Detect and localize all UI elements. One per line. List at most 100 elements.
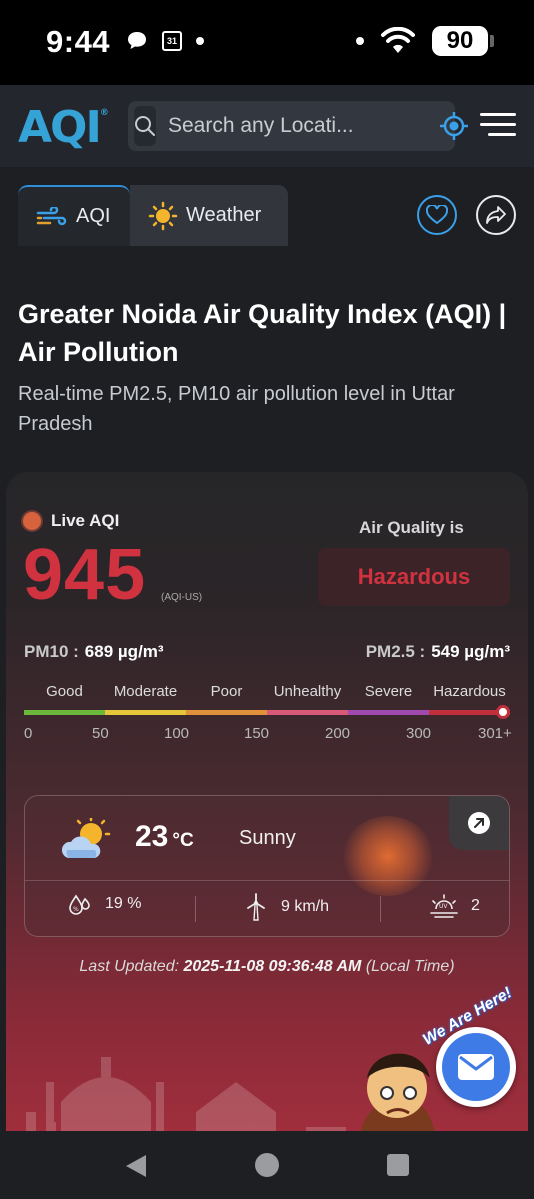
humidity-icon: % bbox=[69, 894, 90, 915]
tab-aqi[interactable]: AQI bbox=[18, 185, 130, 246]
humidity-stat: % 19 % bbox=[67, 893, 141, 915]
pm10-value: 689 µg/m³ bbox=[84, 642, 164, 661]
back-icon[interactable] bbox=[124, 1153, 148, 1179]
tab-weather[interactable]: Weather bbox=[130, 185, 288, 246]
wind-turbine-icon bbox=[247, 893, 265, 921]
page-title: Greater Noida Air Quality Index (AQI) | … bbox=[18, 299, 507, 367]
status-badge: Hazardous bbox=[318, 548, 510, 606]
scale-label-hazardous: Hazardous bbox=[433, 683, 506, 700]
wind-stat: 9 km/h bbox=[243, 893, 329, 921]
last-updated: Last Updated: 2025-11-08 09:36:48 AM (Lo… bbox=[6, 958, 528, 976]
aqi-logo[interactable]: AQI® bbox=[18, 102, 109, 153]
aqi-scale-bar bbox=[24, 710, 510, 715]
scale-number: 300 bbox=[406, 725, 432, 742]
notification-dot-icon bbox=[196, 37, 204, 45]
pm25-label: PM2.5 : bbox=[365, 642, 426, 661]
scale-label-good: Good bbox=[46, 683, 83, 700]
humidity-value: 19 % bbox=[105, 895, 142, 912]
partly-sunny-icon bbox=[61, 818, 111, 858]
temperature: 23 °C bbox=[135, 820, 194, 854]
uv-index-icon: UV bbox=[430, 894, 458, 918]
sun-icon bbox=[148, 201, 178, 230]
home-icon[interactable] bbox=[255, 1153, 279, 1177]
battery-icon: 90 bbox=[432, 26, 494, 56]
uv-value: 2 bbox=[471, 897, 480, 914]
status-bar: 9:44 31 90 bbox=[0, 0, 534, 85]
scale-segment-severe bbox=[348, 710, 429, 715]
pm10-label: PM10 : bbox=[24, 642, 79, 661]
expand-arrow-icon bbox=[468, 812, 490, 834]
uv-stat: UV 2 bbox=[429, 893, 480, 919]
registered-mark: ® bbox=[99, 108, 109, 118]
tab-aqi-label: AQI bbox=[76, 205, 111, 227]
pm25-value: 549 µg/m³ bbox=[431, 642, 510, 661]
share-button[interactable] bbox=[476, 195, 516, 235]
search-box[interactable] bbox=[128, 101, 468, 151]
chat-bubble-icon bbox=[128, 32, 146, 49]
aqi-value: 945 bbox=[23, 535, 147, 615]
scale-label-moderate: Moderate bbox=[113, 683, 178, 700]
scale-number: 200 bbox=[325, 725, 351, 742]
favorite-button[interactable] bbox=[417, 195, 457, 235]
scale-segment-good bbox=[24, 710, 105, 715]
mail-icon bbox=[458, 1054, 494, 1080]
scale-segment-unhealthy bbox=[267, 710, 348, 715]
scale-number: 301+ bbox=[478, 725, 512, 742]
search-button[interactable] bbox=[134, 106, 156, 146]
notification-dot-icon bbox=[356, 37, 364, 45]
scale-segment-moderate bbox=[105, 710, 186, 715]
scale-segment-poor bbox=[186, 710, 267, 715]
status-notification-icons: 31 bbox=[126, 30, 204, 52]
weather-summary[interactable]: 23 °C Sunny % 19 % 9 km/h UV 2 bbox=[24, 795, 510, 937]
page-subtitle: Real-time PM2.5, PM10 air pollution leve… bbox=[18, 383, 455, 435]
main-content: AQI Weather Greater Noida Air Quality In… bbox=[0, 167, 534, 1131]
stat-separator bbox=[195, 896, 196, 922]
temperature-unit: °C bbox=[172, 830, 194, 851]
pm10-reading: PM10 : 689 µg/m³ bbox=[24, 642, 164, 662]
scale-number: 150 bbox=[244, 725, 270, 742]
status-time: 9:44 bbox=[46, 24, 111, 59]
last-updated-label: Last Updated: bbox=[79, 958, 180, 975]
calendar-icon: 31 bbox=[162, 31, 182, 51]
scale-label-severe: Severe bbox=[364, 683, 413, 700]
wifi-icon bbox=[381, 27, 415, 53]
last-updated-datetime: 2025-11-08 09:36:48 AM bbox=[183, 958, 362, 975]
logo-text: AQI bbox=[18, 102, 102, 153]
hamburger-menu-icon[interactable] bbox=[480, 113, 516, 139]
weather-expand-button[interactable] bbox=[449, 796, 509, 850]
weather-condition: Sunny bbox=[239, 827, 296, 849]
aqi-scale-marker bbox=[496, 705, 510, 719]
app-header: AQI® bbox=[0, 85, 534, 167]
aqi-scale-labels: Good Moderate Poor Unhealthy Severe Haza… bbox=[24, 683, 510, 700]
live-aqi-label: Live AQI bbox=[51, 511, 120, 530]
recents-icon[interactable] bbox=[387, 1154, 409, 1176]
scale-number: 0 bbox=[24, 725, 33, 742]
share-icon bbox=[486, 206, 506, 224]
locate-button[interactable] bbox=[439, 104, 469, 148]
target-location-icon bbox=[440, 112, 468, 140]
scale-label-unhealthy: Unhealthy bbox=[273, 683, 342, 700]
scale-number: 50 bbox=[92, 725, 109, 742]
weather-divider bbox=[25, 880, 509, 881]
tab-weather-label: Weather bbox=[186, 204, 262, 226]
search-input[interactable] bbox=[156, 114, 439, 138]
pm25-reading: PM2.5 : 549 µg/m³ bbox=[366, 642, 510, 662]
svg-text:%: % bbox=[73, 906, 79, 913]
live-aqi-card: Live AQI 945 (AQI-US) Air Quality is Haz… bbox=[6, 472, 528, 1131]
status-system-icons: 90 bbox=[356, 26, 494, 56]
system-nav-bar bbox=[0, 1131, 534, 1199]
contact-mail-button[interactable] bbox=[436, 1027, 516, 1107]
wind-value: 9 km/h bbox=[281, 898, 330, 915]
scale-number: 100 bbox=[164, 725, 190, 742]
aqi-unit: (AQI-US) bbox=[161, 592, 203, 603]
mail-button-inner bbox=[442, 1033, 510, 1101]
svg-text:UV: UV bbox=[439, 903, 448, 910]
air-quality-label: Air Quality is bbox=[359, 518, 464, 537]
temperature-value: 23 bbox=[135, 820, 169, 853]
last-updated-suffix: (Local Time) bbox=[365, 958, 455, 975]
tab-bar: AQI Weather bbox=[18, 185, 288, 246]
scale-label-poor: Poor bbox=[210, 683, 243, 700]
sun-glow bbox=[343, 816, 433, 896]
live-indicator-icon bbox=[21, 510, 43, 532]
stat-separator bbox=[380, 896, 381, 922]
